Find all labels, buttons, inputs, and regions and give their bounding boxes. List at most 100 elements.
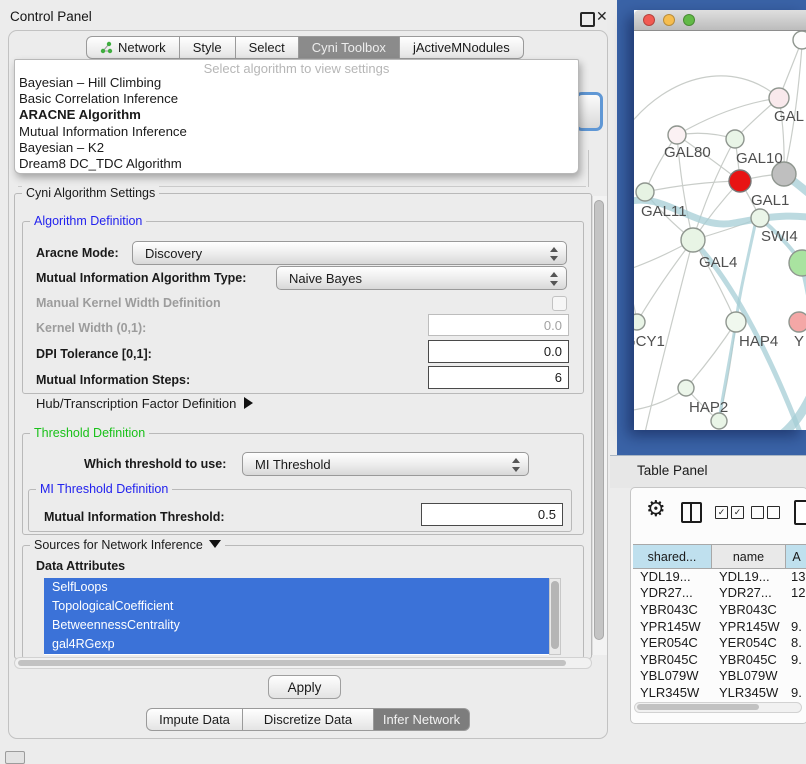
- algorithm-dropdown-popup: Select algorithm to view settings Bayesi…: [14, 59, 579, 174]
- table-cell: YDL19...: [633, 569, 712, 584]
- network-node[interactable]: [769, 88, 789, 108]
- network-node-label: SWI4: [761, 228, 798, 245]
- column-header-third[interactable]: A: [786, 545, 806, 568]
- network-node[interactable]: [789, 312, 806, 332]
- algorithm-option[interactable]: Bayesian – Hill Climbing: [19, 75, 574, 91]
- threshold-select[interactable]: MI Threshold: [242, 452, 529, 476]
- data-attribute-item[interactable]: BetweennessCentrality: [44, 616, 549, 635]
- page-icon[interactable]: [794, 500, 806, 525]
- tab-select[interactable]: Select: [236, 36, 299, 59]
- unchecked-columns-icon[interactable]: [767, 506, 780, 519]
- network-node-HAP2[interactable]: [678, 380, 694, 396]
- table-row[interactable]: YBR043CYBR043C: [633, 601, 806, 618]
- traffic-light-close-icon[interactable]: [643, 14, 655, 26]
- window-float-icon[interactable]: [580, 12, 595, 27]
- network-edge: [693, 240, 736, 322]
- split-view-icon[interactable]: [681, 502, 702, 523]
- network-node-label: GAL80: [664, 144, 711, 161]
- table-hscrollbar-track: [634, 702, 802, 713]
- table-hscrollbar-thumb[interactable]: [637, 704, 759, 710]
- data-attribute-item[interactable]: gal4RGexp: [44, 635, 549, 654]
- aracne-mode-select[interactable]: Discovery: [132, 241, 567, 265]
- table-cell: YDL19...: [712, 569, 786, 584]
- data-attribute-item[interactable]: TopologicalCoefficient: [44, 597, 549, 616]
- tab-impute-data[interactable]: Impute Data: [146, 708, 243, 731]
- control-panel-title: Control Panel: [10, 9, 92, 24]
- network-node-HAP4[interactable]: [726, 312, 746, 332]
- algorithm-option[interactable]: ARACNE Algorithm: [19, 107, 574, 123]
- attributes-vscrollbar-thumb[interactable]: [551, 581, 559, 649]
- algorithm-hint: Select algorithm to view settings: [15, 61, 578, 76]
- network-tab-icon: [100, 41, 113, 54]
- mi-threshold-input[interactable]: 0.5: [421, 503, 563, 526]
- hub-definition-toggle[interactable]: Hub/Transcription Factor Definition: [36, 396, 253, 411]
- table-cell: YBR045C: [633, 652, 712, 667]
- data-attributes-list[interactable]: SelfLoopsTopologicalCoefficientBetweenne…: [44, 578, 549, 655]
- checked-columns-icon[interactable]: ✓: [731, 506, 744, 519]
- settings-hscrollbar-thumb[interactable]: [18, 660, 566, 666]
- tab-cyni-toolbox[interactable]: Cyni Toolbox: [299, 36, 400, 59]
- control-panel-tabbar: Network Style Select Cyni Toolbox jActiv…: [86, 36, 524, 59]
- apply-button[interactable]: Apply: [268, 675, 341, 699]
- dpi-tolerance-input[interactable]: 0.0: [428, 340, 569, 363]
- network-node-GAL10[interactable]: [726, 130, 744, 148]
- network-node-label: GCY1: [634, 333, 665, 350]
- network-node-GAL1[interactable]: [729, 170, 751, 192]
- table-row[interactable]: YPR145WYPR145W9.: [633, 618, 806, 635]
- network-node-GAL4[interactable]: [681, 228, 705, 252]
- network-canvas[interactable]: GALGAL80GAL10GAL1GAL11SWI4GAL4GCY1HAP4YH…: [634, 31, 806, 430]
- manual-kernel-checkbox: [552, 296, 567, 311]
- data-attribute-item[interactable]: SelfLoops: [44, 578, 549, 597]
- tab-network[interactable]: Network: [86, 36, 180, 59]
- tab-infer-network[interactable]: Infer Network: [374, 708, 470, 731]
- column-header-shared[interactable]: shared...: [633, 545, 712, 568]
- network-node[interactable]: [789, 250, 806, 276]
- network-node-GCY1[interactable]: [634, 314, 645, 330]
- table-row[interactable]: YBR045CYBR045C9.: [633, 651, 806, 668]
- algorithm-option[interactable]: Bayesian – K2: [19, 140, 574, 156]
- network-node-label: GAL1: [751, 192, 789, 209]
- network-edge: [736, 225, 755, 322]
- traffic-light-zoom-icon[interactable]: [683, 14, 695, 26]
- unchecked-columns-icon[interactable]: [751, 506, 764, 519]
- network-view-window: GALGAL80GAL10GAL1GAL11SWI4GAL4GCY1HAP4YH…: [634, 10, 806, 430]
- mi-steps-input[interactable]: 6: [428, 366, 569, 389]
- network-node-SWI4[interactable]: [751, 209, 769, 227]
- table-cell: YLR345W: [712, 685, 786, 700]
- algorithm-combobox-edge[interactable]: [575, 92, 603, 131]
- mi-type-label: Mutual Information Algorithm Type:: [36, 271, 246, 285]
- gear-icon[interactable]: ⚙: [646, 497, 666, 522]
- traffic-light-minimize-icon[interactable]: [663, 14, 675, 26]
- network-node-GAL80[interactable]: [668, 126, 686, 144]
- network-node[interactable]: [793, 31, 806, 49]
- minimized-panel-chip[interactable]: [5, 751, 25, 764]
- tab-style[interactable]: Style: [180, 36, 236, 59]
- settings-vscrollbar-thumb[interactable]: [594, 200, 604, 640]
- kernel-width-input: 0.0: [428, 314, 569, 336]
- algorithm-option[interactable]: Mutual Information Inference: [19, 124, 574, 140]
- sources-title[interactable]: Sources for Network Inference: [30, 538, 225, 552]
- kernel-width-label: Kernel Width (0,1):: [36, 321, 146, 335]
- network-node-label: GAL: [774, 108, 804, 125]
- checked-columns-icon[interactable]: ✓: [715, 506, 728, 519]
- algorithm-option[interactable]: Dream8 DC_TDC Algorithm: [19, 156, 574, 172]
- data-attributes-label: Data Attributes: [36, 559, 125, 573]
- mi-threshold-title: MI Threshold Definition: [36, 482, 172, 496]
- table-row[interactable]: YBL079WYBL079W: [633, 668, 806, 685]
- network-edge: [645, 181, 740, 192]
- table-row[interactable]: YER054CYER054C8.: [633, 634, 806, 651]
- tab-discretize-data[interactable]: Discretize Data: [243, 708, 374, 731]
- table-row[interactable]: YDL19...YDL19...13: [633, 568, 806, 585]
- algorithm-option[interactable]: Basic Correlation Inference: [19, 91, 574, 107]
- network-node-label: GAL4: [699, 254, 737, 271]
- mi-type-select[interactable]: Naive Bayes: [276, 266, 567, 290]
- tab-jactivemnodules[interactable]: jActiveMNodules: [400, 36, 524, 59]
- network-window-titlebar[interactable]: [634, 10, 806, 31]
- column-header-name[interactable]: name: [712, 545, 786, 568]
- window-close-icon[interactable]: ✕: [596, 8, 608, 25]
- table-row[interactable]: YLR345WYLR345W9.: [633, 684, 806, 701]
- algorithm-definition-title: Algorithm Definition: [30, 214, 146, 228]
- network-node-label: GAL11: [641, 203, 687, 220]
- table-row[interactable]: YDR27...YDR27...12: [633, 585, 806, 602]
- network-node-GAL11[interactable]: [636, 183, 654, 201]
